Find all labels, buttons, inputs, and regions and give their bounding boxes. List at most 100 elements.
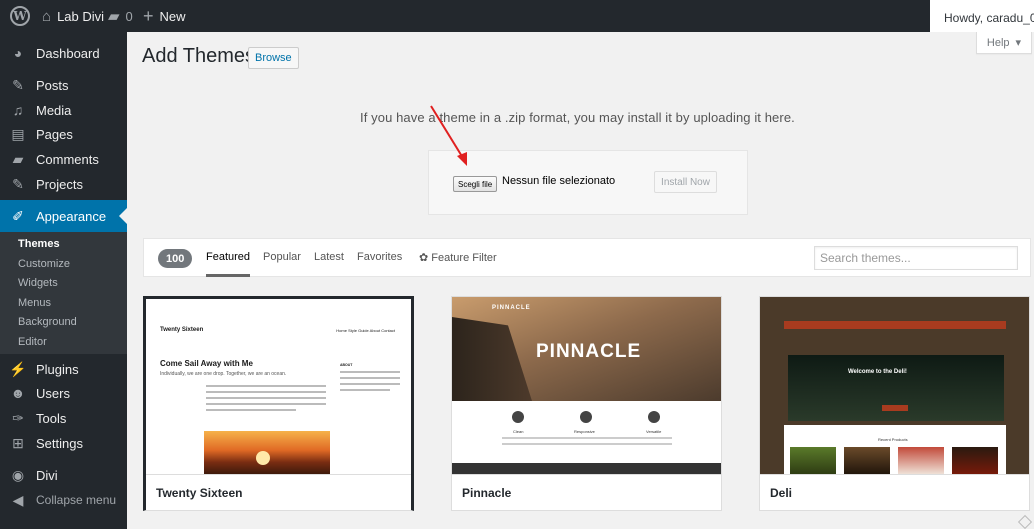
sidebar-item-pages[interactable]: ▤ Pages bbox=[0, 122, 127, 146]
dashboard-icon: ◕ bbox=[13, 45, 23, 61]
sidebar-item-label: Users bbox=[36, 385, 70, 401]
collapse-icon: ◀ bbox=[12, 491, 24, 508]
sidebar-item-label: Plugins bbox=[36, 361, 79, 377]
sidebar-item-projects[interactable]: ✎ Projects bbox=[0, 172, 127, 196]
tab-popular[interactable]: Popular bbox=[263, 251, 301, 263]
choose-file-button[interactable]: Scegli file bbox=[453, 176, 498, 192]
submenu-item-widgets[interactable]: Widgets bbox=[18, 277, 58, 289]
tab-latest[interactable]: Latest bbox=[314, 251, 344, 263]
text-line bbox=[340, 377, 400, 379]
feature-icon bbox=[512, 411, 524, 423]
site-name-link[interactable]: ⌂ Lab Divi bbox=[42, 0, 104, 32]
text-line bbox=[206, 385, 326, 387]
sidebar-item-label: Tools bbox=[36, 410, 67, 426]
submenu-item-themes[interactable]: Themes bbox=[18, 238, 60, 250]
feature-filter-label: Feature Filter bbox=[431, 252, 497, 264]
text-line bbox=[206, 391, 326, 393]
install-now-button[interactable]: Install Now bbox=[654, 171, 717, 193]
browse-button[interactable]: Browse bbox=[248, 47, 299, 69]
sidebar-item-dashboard[interactable]: ◕ Dashboard bbox=[0, 41, 127, 65]
sidebar-item-label: Pages bbox=[36, 126, 73, 142]
chevron-down-icon: ▾ bbox=[1015, 37, 1022, 49]
sidebar-item-label: Projects bbox=[36, 176, 83, 192]
tab-favorites[interactable]: Favorites bbox=[357, 251, 402, 263]
admin-sidebar: ◕ Dashboard ✎ Posts ♫ Media ▤ Pages ▰ Co… bbox=[0, 32, 127, 529]
text-line bbox=[340, 371, 400, 373]
sidebar-item-label: Collapse menu bbox=[36, 493, 117, 507]
plug-icon: ⚡ bbox=[9, 360, 27, 377]
sidebar-item-plugins[interactable]: ⚡ Plugins bbox=[0, 357, 127, 381]
page-title: Add Themes bbox=[142, 45, 256, 67]
preview-post-subtitle: Individually, we are one drop. Together,… bbox=[160, 371, 287, 377]
preview-recent-heading: Recent Products bbox=[878, 437, 908, 442]
feature-filter-button[interactable]: ✿ Feature Filter bbox=[419, 251, 497, 264]
new-content-link[interactable]: + New bbox=[143, 0, 186, 32]
sidebar-item-label: Posts bbox=[36, 77, 69, 93]
site-name: Lab Divi bbox=[57, 8, 105, 24]
upload-theme-form: Scegli file Nessun file selezionato Inst… bbox=[428, 150, 748, 215]
submenu-item-background[interactable]: Background bbox=[18, 316, 77, 328]
users-icon: ☻ bbox=[10, 385, 26, 401]
theme-count-badge: 100 bbox=[158, 249, 193, 268]
collapse-menu-button[interactable]: ◀ Collapse menu bbox=[0, 488, 127, 512]
theme-name: Deli bbox=[760, 474, 1029, 510]
brush-icon: ✐ bbox=[12, 207, 24, 224]
theme-name: Twenty Sixteen bbox=[146, 474, 411, 510]
preview-hero bbox=[788, 355, 1004, 421]
search-themes-input[interactable]: Search themes... bbox=[814, 246, 1018, 270]
sidebar-item-label: Comments bbox=[36, 151, 99, 167]
sidebar-item-appearance[interactable]: ✐ Appearance bbox=[0, 200, 127, 232]
text-line bbox=[206, 397, 326, 399]
feature-label: Responsive bbox=[574, 429, 595, 434]
help-tab-button[interactable]: Help ▾ bbox=[976, 32, 1032, 54]
submenu-item-menus[interactable]: Menus bbox=[18, 297, 51, 309]
new-label: New bbox=[159, 8, 186, 24]
howdy-account-menu[interactable]: Howdy, caradu_06 bbox=[930, 0, 1034, 32]
comments-count: 0 bbox=[125, 8, 133, 24]
submenu-item-editor[interactable]: Editor bbox=[18, 336, 47, 348]
preview-button bbox=[882, 405, 908, 411]
pin-icon: ✎ bbox=[12, 175, 24, 192]
preview-site-title: Twenty Sixteen bbox=[160, 327, 204, 333]
text-line bbox=[206, 403, 326, 405]
text-line bbox=[340, 389, 390, 391]
settings-icon: ⊞ bbox=[12, 434, 24, 451]
appearance-submenu: Themes Customize Widgets Menus Backgroun… bbox=[0, 232, 127, 354]
sidebar-item-label: Settings bbox=[36, 435, 83, 451]
help-label: Help bbox=[986, 36, 1010, 49]
preview-sidebar-heading: ABOUT bbox=[340, 363, 353, 367]
sidebar-item-label: Divi bbox=[36, 467, 58, 483]
food-image bbox=[790, 447, 836, 475]
theme-card-pinnacle[interactable]: PINNACLE PINNACLE Clean Responsive Versa… bbox=[451, 296, 722, 511]
no-file-selected-text: Nessun file selezionato bbox=[502, 175, 616, 187]
sidebar-item-settings[interactable]: ⊞ Settings bbox=[0, 431, 127, 455]
theme-card-deli[interactable]: Welcome to the Deli! Recent Products Del… bbox=[759, 296, 1030, 511]
food-image bbox=[952, 447, 998, 475]
theme-screenshot: PINNACLE PINNACLE Clean Responsive Versa… bbox=[452, 297, 721, 475]
sidebar-item-media[interactable]: ♫ Media bbox=[0, 98, 127, 122]
theme-card-twenty-sixteen[interactable]: Twenty Sixteen Home Style Guide About Co… bbox=[143, 296, 414, 511]
pin-icon: ✎ bbox=[12, 76, 24, 93]
wrench-icon: ✑ bbox=[12, 409, 24, 426]
feature-label: Clean bbox=[513, 429, 524, 434]
submenu-item-customize[interactable]: Customize bbox=[18, 258, 70, 270]
feature-label: Versatile bbox=[646, 429, 662, 434]
preview-welcome: Welcome to the Deli! bbox=[848, 369, 907, 375]
home-icon: ⌂ bbox=[42, 7, 52, 25]
tab-featured[interactable]: Featured bbox=[206, 251, 251, 277]
comment-icon: ▰ bbox=[108, 8, 120, 25]
theme-screenshot: Welcome to the Deli! Recent Products bbox=[760, 297, 1029, 475]
theme-name: Pinnacle bbox=[452, 474, 721, 510]
text-line bbox=[502, 437, 672, 439]
sidebar-item-divi[interactable]: ◉ Divi bbox=[0, 463, 127, 487]
wordpress-logo-button[interactable]: W bbox=[10, 0, 30, 32]
comments-link[interactable]: ▰ 0 bbox=[108, 0, 133, 32]
sidebar-item-posts[interactable]: ✎ Posts bbox=[0, 73, 127, 97]
sidebar-item-tools[interactable]: ✑ Tools bbox=[0, 406, 127, 430]
feature-icon bbox=[648, 411, 660, 423]
howdy-text: Howdy, caradu_06 bbox=[944, 11, 1034, 25]
sidebar-item-label: Media bbox=[36, 102, 72, 118]
sidebar-item-users[interactable]: ☻ Users bbox=[0, 381, 127, 405]
sidebar-item-comments[interactable]: ▰ Comments bbox=[0, 147, 127, 171]
plus-icon: + bbox=[143, 5, 154, 26]
